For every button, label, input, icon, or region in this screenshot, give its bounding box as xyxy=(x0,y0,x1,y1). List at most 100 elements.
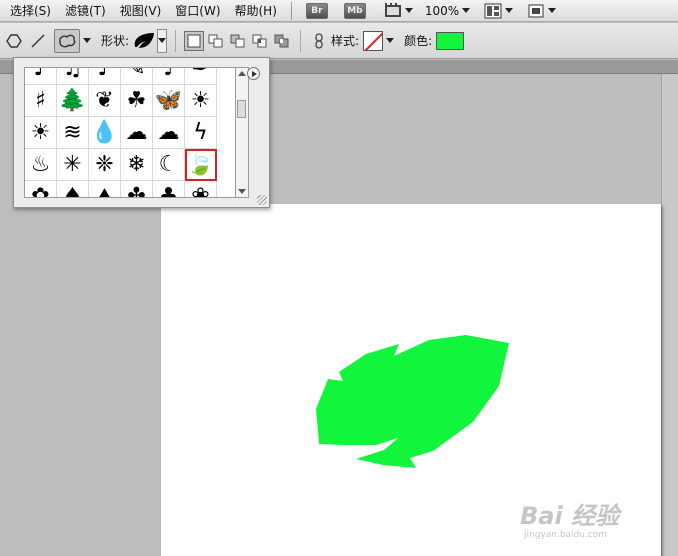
arrange-documents-icon[interactable] xyxy=(484,3,502,19)
shape-cell[interactable]: ❈ xyxy=(89,149,121,181)
link-icon[interactable] xyxy=(309,31,329,51)
shape-cell[interactable]: 🌲 xyxy=(57,85,89,117)
shape-glyph-icon: ♠ xyxy=(62,183,83,198)
custom-shape-tool-icon[interactable] xyxy=(54,28,80,53)
watermark-logo: Bai 经验 xyxy=(520,502,620,530)
scroll-thumb[interactable] xyxy=(237,100,246,118)
shape-grid-scrollbar[interactable] xyxy=(236,67,249,198)
options-bar: 形状: 样式: 颜色: xyxy=(0,23,678,59)
shape-glyph-icon: ❦ xyxy=(95,87,114,113)
panel-scroll-strip[interactable] xyxy=(661,74,678,556)
shape-cell[interactable]: ♯ xyxy=(25,85,57,117)
shape-glyph-icon: ♩ xyxy=(163,67,174,81)
options-separator xyxy=(175,29,177,52)
shape-cell[interactable]: ✿ xyxy=(25,181,57,197)
style-picker[interactable] xyxy=(363,30,384,51)
menu-window[interactable]: 窗口(W) xyxy=(167,0,226,22)
shape-cell-selected[interactable]: 🍃 xyxy=(185,149,217,181)
shape-glyph-icon: 🦋 xyxy=(154,87,183,113)
menu-select[interactable]: 选择(S) xyxy=(0,0,57,22)
shape-cell[interactable]: ☀ xyxy=(25,117,57,149)
leaf-shape-fill xyxy=(316,335,509,468)
leaf-shape-preview-icon[interactable] xyxy=(131,29,157,53)
shape-cell[interactable]: ♠ xyxy=(57,181,89,198)
shape-grid: ♪ ♫ ♪ ✎ ♩ ✒ ♯ 🌲 ❦ ☘ 🦋 ☀ ☀ ≋ 💧 ☁ ☁ ϟ ♨ ✳ ❈ ❄ ☾ 🍃 ✿ ♠ ⛰ ✤ ♣ ❀ xyxy=(25,67,235,198)
shape-glyph-icon: 💧 xyxy=(90,119,119,145)
menu-help[interactable]: 帮助(H) xyxy=(227,0,283,22)
shape-glyph-icon: ♣ xyxy=(158,183,179,198)
shape-glyph-icon: ♫ xyxy=(62,67,83,81)
menu-bar: 选择(S) 滤镜(T) 视图(V) 窗口(W) 帮助(H) Br Mb 100% xyxy=(0,0,678,22)
shape-glyph-icon: ☘ xyxy=(126,87,147,113)
zoom-level[interactable]: 100% xyxy=(425,4,459,18)
shape-cell[interactable]: 🦋 xyxy=(153,85,185,117)
chevron-down-icon[interactable] xyxy=(386,38,395,43)
chevron-down-icon[interactable] xyxy=(462,8,471,13)
shape-glyph-icon: ♯ xyxy=(35,87,46,113)
shape-cell[interactable]: ☀ xyxy=(185,85,217,117)
shape-cell[interactable]: ✤ xyxy=(121,181,153,197)
shape-cell[interactable]: ♨ xyxy=(25,149,57,181)
shape-dropdown-button[interactable] xyxy=(157,28,168,53)
shape-cell[interactable]: ≋ xyxy=(57,117,89,149)
shape-cell[interactable]: 💧 xyxy=(89,117,121,149)
shape-cell[interactable]: ☁ xyxy=(121,117,153,149)
shape-cell[interactable]: ♩ xyxy=(153,67,185,85)
watermark-url: jingyan.baidu.com xyxy=(524,530,608,540)
polygon-tool-icon[interactable] xyxy=(4,31,24,51)
add-to-area-icon[interactable] xyxy=(206,31,226,51)
shape-cell[interactable]: ✒ xyxy=(185,67,217,85)
screen-mode-icon[interactable] xyxy=(527,3,545,19)
exclude-overlap-icon[interactable] xyxy=(272,31,292,51)
shape-glyph-icon: ✳ xyxy=(63,151,82,177)
chevron-down-icon[interactable] xyxy=(548,8,557,13)
color-swatch[interactable] xyxy=(436,31,465,50)
shape-cell[interactable]: ♪ xyxy=(25,67,57,85)
intersect-area-icon[interactable] xyxy=(250,31,270,51)
mini-bridge-button[interactable]: Mb xyxy=(343,2,366,19)
shape-cell[interactable]: ☾ xyxy=(153,149,185,181)
shape-glyph-icon: ♪ xyxy=(33,67,48,81)
shape-cell[interactable]: ♪ xyxy=(89,68,121,85)
shape-glyph-icon: ϟ xyxy=(193,119,208,145)
menu-filter[interactable]: 滤镜(T) xyxy=(57,0,112,22)
shape-glyph-icon: 🌲 xyxy=(58,87,87,113)
bridge-button[interactable]: Br xyxy=(305,2,328,19)
line-tool-icon[interactable] xyxy=(28,31,48,51)
shape-cell[interactable]: ♣ xyxy=(153,181,185,198)
shape-cell[interactable]: ❦ xyxy=(89,85,121,117)
chevron-down-icon[interactable] xyxy=(505,8,514,13)
subtract-area-icon[interactable] xyxy=(228,31,248,51)
baidu-jingyan-watermark: Bai 经验 jingyan.baidu.com xyxy=(520,486,670,548)
picker-menu-arrow-icon[interactable] xyxy=(247,67,260,80)
new-layer-mode-icon[interactable] xyxy=(184,30,205,51)
scroll-down-icon[interactable] xyxy=(238,189,246,194)
color-label: 颜色: xyxy=(404,34,433,48)
shape-cell[interactable]: ⛰ xyxy=(89,181,121,198)
shape-glyph-icon: 🍃 xyxy=(186,151,215,177)
options-separator xyxy=(300,29,302,52)
shape-cell[interactable]: ϟ xyxy=(185,117,217,149)
shape-cell[interactable]: ✎ xyxy=(121,68,153,85)
shape-cell[interactable]: ❄ xyxy=(121,149,153,181)
shape-cell[interactable]: ☁ xyxy=(153,117,185,149)
scroll-up-icon[interactable] xyxy=(238,71,246,76)
shape-glyph-icon: ☀ xyxy=(30,119,51,145)
shape-glyph-icon: ⛰ xyxy=(95,183,114,198)
shape-cell[interactable]: ♫ xyxy=(57,67,89,85)
shape-cell[interactable]: ☘ xyxy=(121,85,153,117)
shape-glyph-icon: ❈ xyxy=(95,151,114,177)
menu-separator xyxy=(290,1,292,20)
shape-glyph-icon: ❀ xyxy=(191,183,210,198)
filmstrip-icon[interactable] xyxy=(384,2,402,19)
shape-glyph-icon: ☀ xyxy=(190,87,211,113)
shape-glyph-icon: ✒ xyxy=(191,67,210,81)
shape-glyph-icon: ≋ xyxy=(63,119,82,145)
chevron-down-icon[interactable] xyxy=(83,38,91,43)
menu-view[interactable]: 视图(V) xyxy=(112,0,168,22)
chevron-down-icon[interactable] xyxy=(404,8,413,13)
shape-cell[interactable]: ✳ xyxy=(57,149,89,181)
shape-cell[interactable]: ❀ xyxy=(185,181,217,198)
resize-grip-icon[interactable] xyxy=(257,195,267,205)
shape-label: 形状: xyxy=(101,34,130,48)
